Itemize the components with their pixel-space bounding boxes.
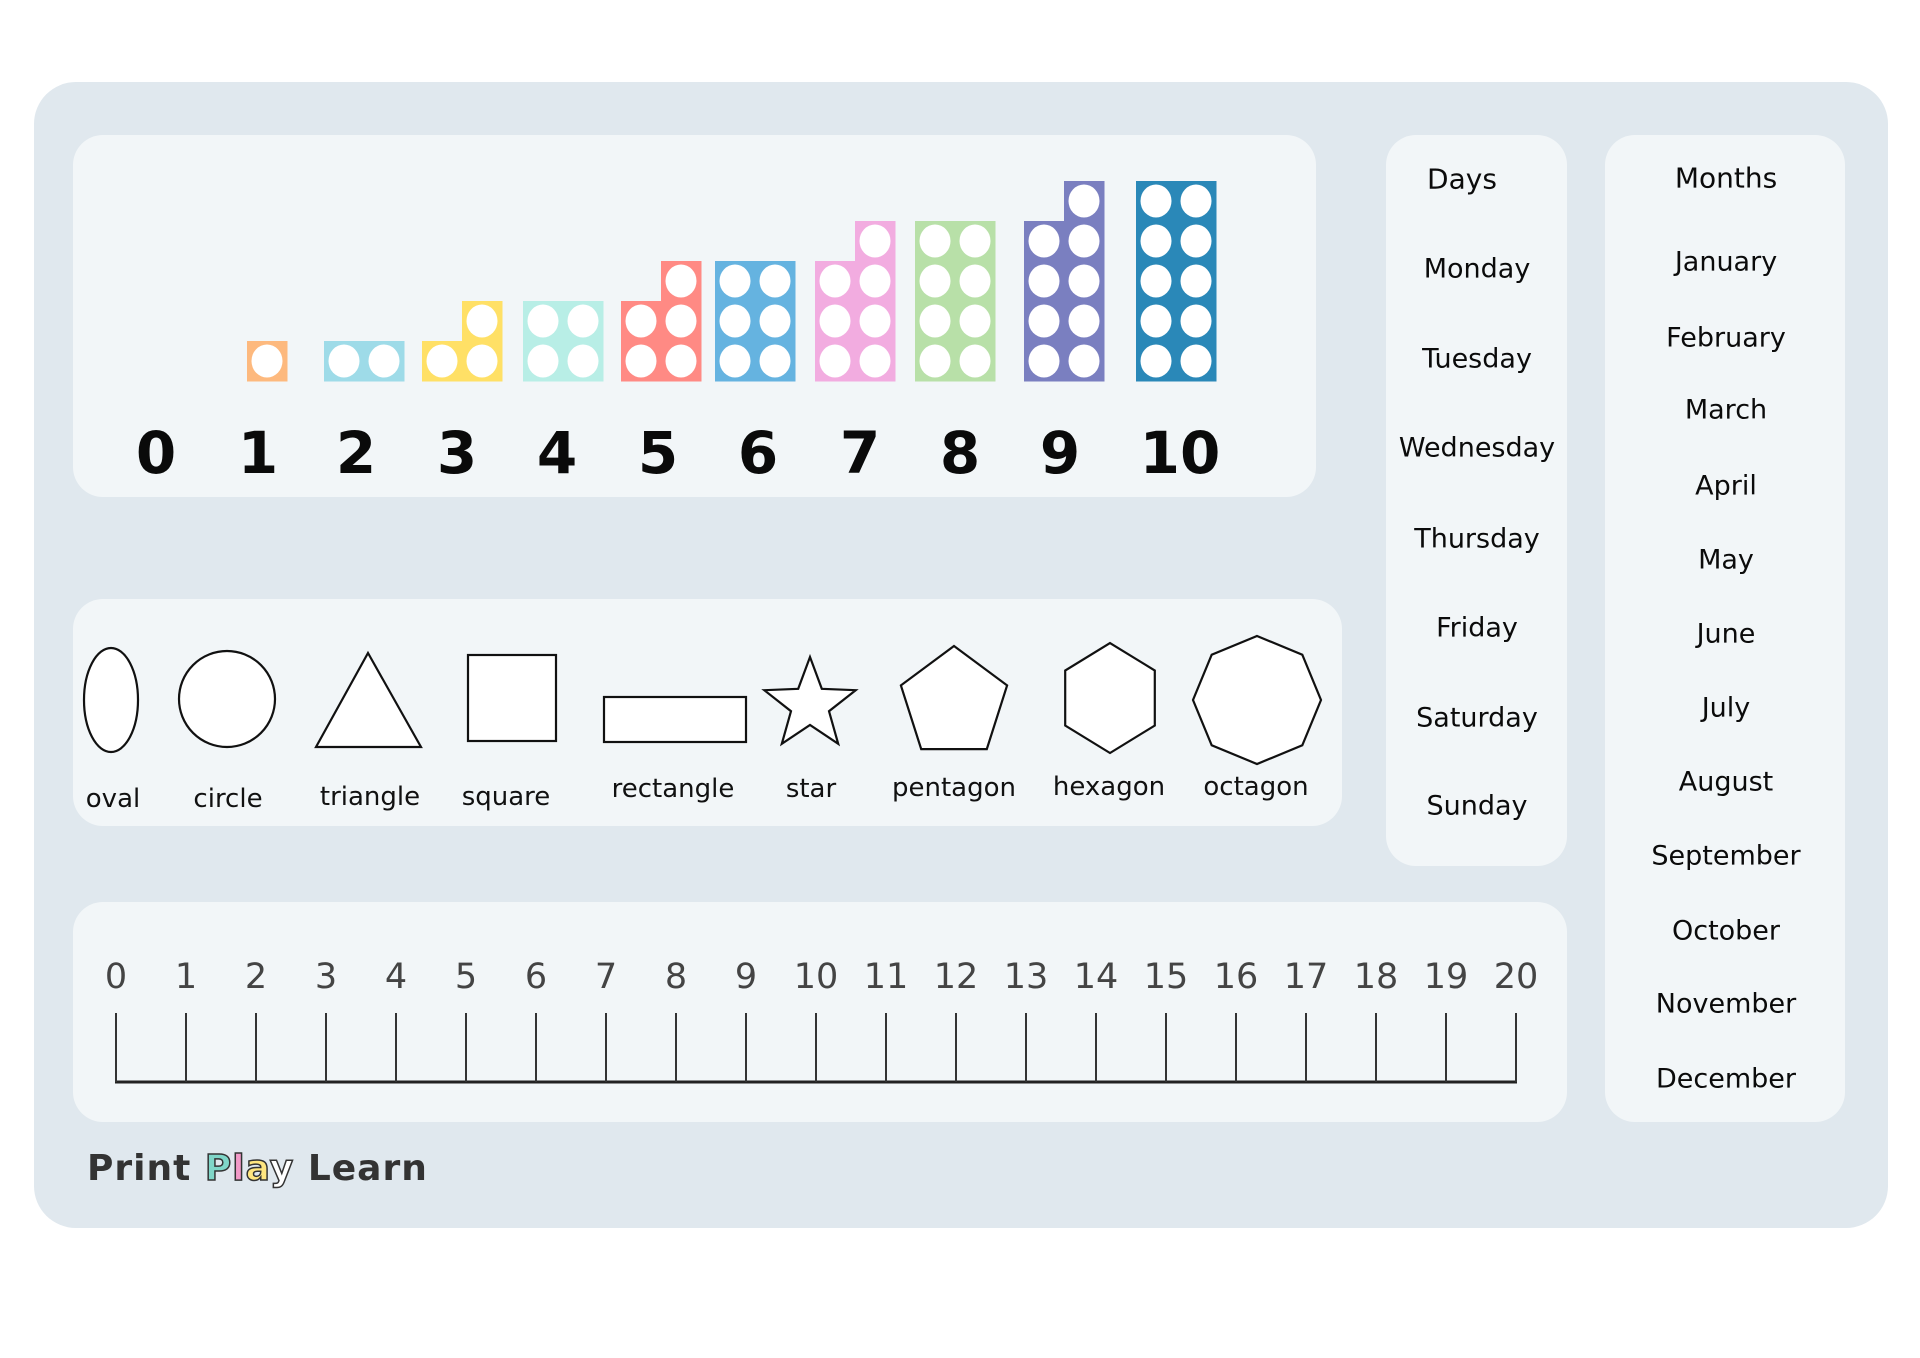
number-line-label-14: 14 xyxy=(1073,957,1119,997)
days-title: Days xyxy=(1427,162,1497,196)
number-line-label-9: 9 xyxy=(734,957,758,997)
month-may: May xyxy=(1698,544,1754,576)
logo-play-letter: y xyxy=(269,1147,295,1190)
day-monday: Monday xyxy=(1423,253,1531,285)
number-line-label-8: 8 xyxy=(664,957,688,997)
month-april: April xyxy=(1695,470,1757,502)
number-line-label-0: 0 xyxy=(104,957,128,997)
logo-play-letter: P xyxy=(204,1147,233,1190)
number-line-label-5: 5 xyxy=(454,957,478,997)
number-line-label-2: 2 xyxy=(244,957,268,997)
number-line-label-3: 3 xyxy=(314,957,338,997)
month-june: June xyxy=(1696,618,1756,650)
day-saturday: Saturday xyxy=(1416,702,1538,734)
month-march: March xyxy=(1684,394,1768,426)
month-november: November xyxy=(1655,988,1797,1020)
number-line-label-1: 1 xyxy=(174,957,198,997)
month-july: July xyxy=(1701,692,1751,724)
number-line-label-15: 15 xyxy=(1143,957,1189,997)
days-panel xyxy=(1386,135,1567,866)
month-december: December xyxy=(1655,1063,1797,1095)
day-tuesday: Tuesday xyxy=(1422,343,1532,375)
number-line-label-13: 13 xyxy=(1003,957,1049,997)
number-line-label-20: 20 xyxy=(1493,957,1539,997)
number-line-label-4: 4 xyxy=(384,957,408,997)
number-line-label-7: 7 xyxy=(594,957,618,997)
number-line-label-12: 12 xyxy=(933,957,979,997)
brand-logo: Print Play Learn xyxy=(87,1147,428,1190)
logo-learn: Learn xyxy=(307,1148,428,1189)
month-february: February xyxy=(1666,322,1786,354)
month-january: January xyxy=(1674,246,1778,278)
day-sunday: Sunday xyxy=(1426,790,1528,822)
day-wednesday: Wednesday xyxy=(1398,432,1556,464)
number-line-label-11: 11 xyxy=(863,957,909,997)
number-line-label-10: 10 xyxy=(793,957,839,997)
number-line-label-17: 17 xyxy=(1283,957,1329,997)
day-friday: Friday xyxy=(1436,612,1518,644)
number-line-label-19: 19 xyxy=(1423,957,1469,997)
months-title: Months xyxy=(1674,161,1778,195)
number-line-label-18: 18 xyxy=(1353,957,1399,997)
month-august: August xyxy=(1678,766,1774,798)
day-thursday: Thursday xyxy=(1414,523,1540,555)
number-line-label-16: 16 xyxy=(1213,957,1259,997)
logo-print: Print xyxy=(87,1148,192,1189)
month-september: September xyxy=(1651,840,1801,872)
logo-play-letter: a xyxy=(245,1147,270,1190)
month-october: October xyxy=(1671,915,1781,947)
logo-play: Play xyxy=(204,1147,295,1190)
number-line-label-6: 6 xyxy=(524,957,548,997)
logo-play-letter: l xyxy=(231,1147,246,1190)
